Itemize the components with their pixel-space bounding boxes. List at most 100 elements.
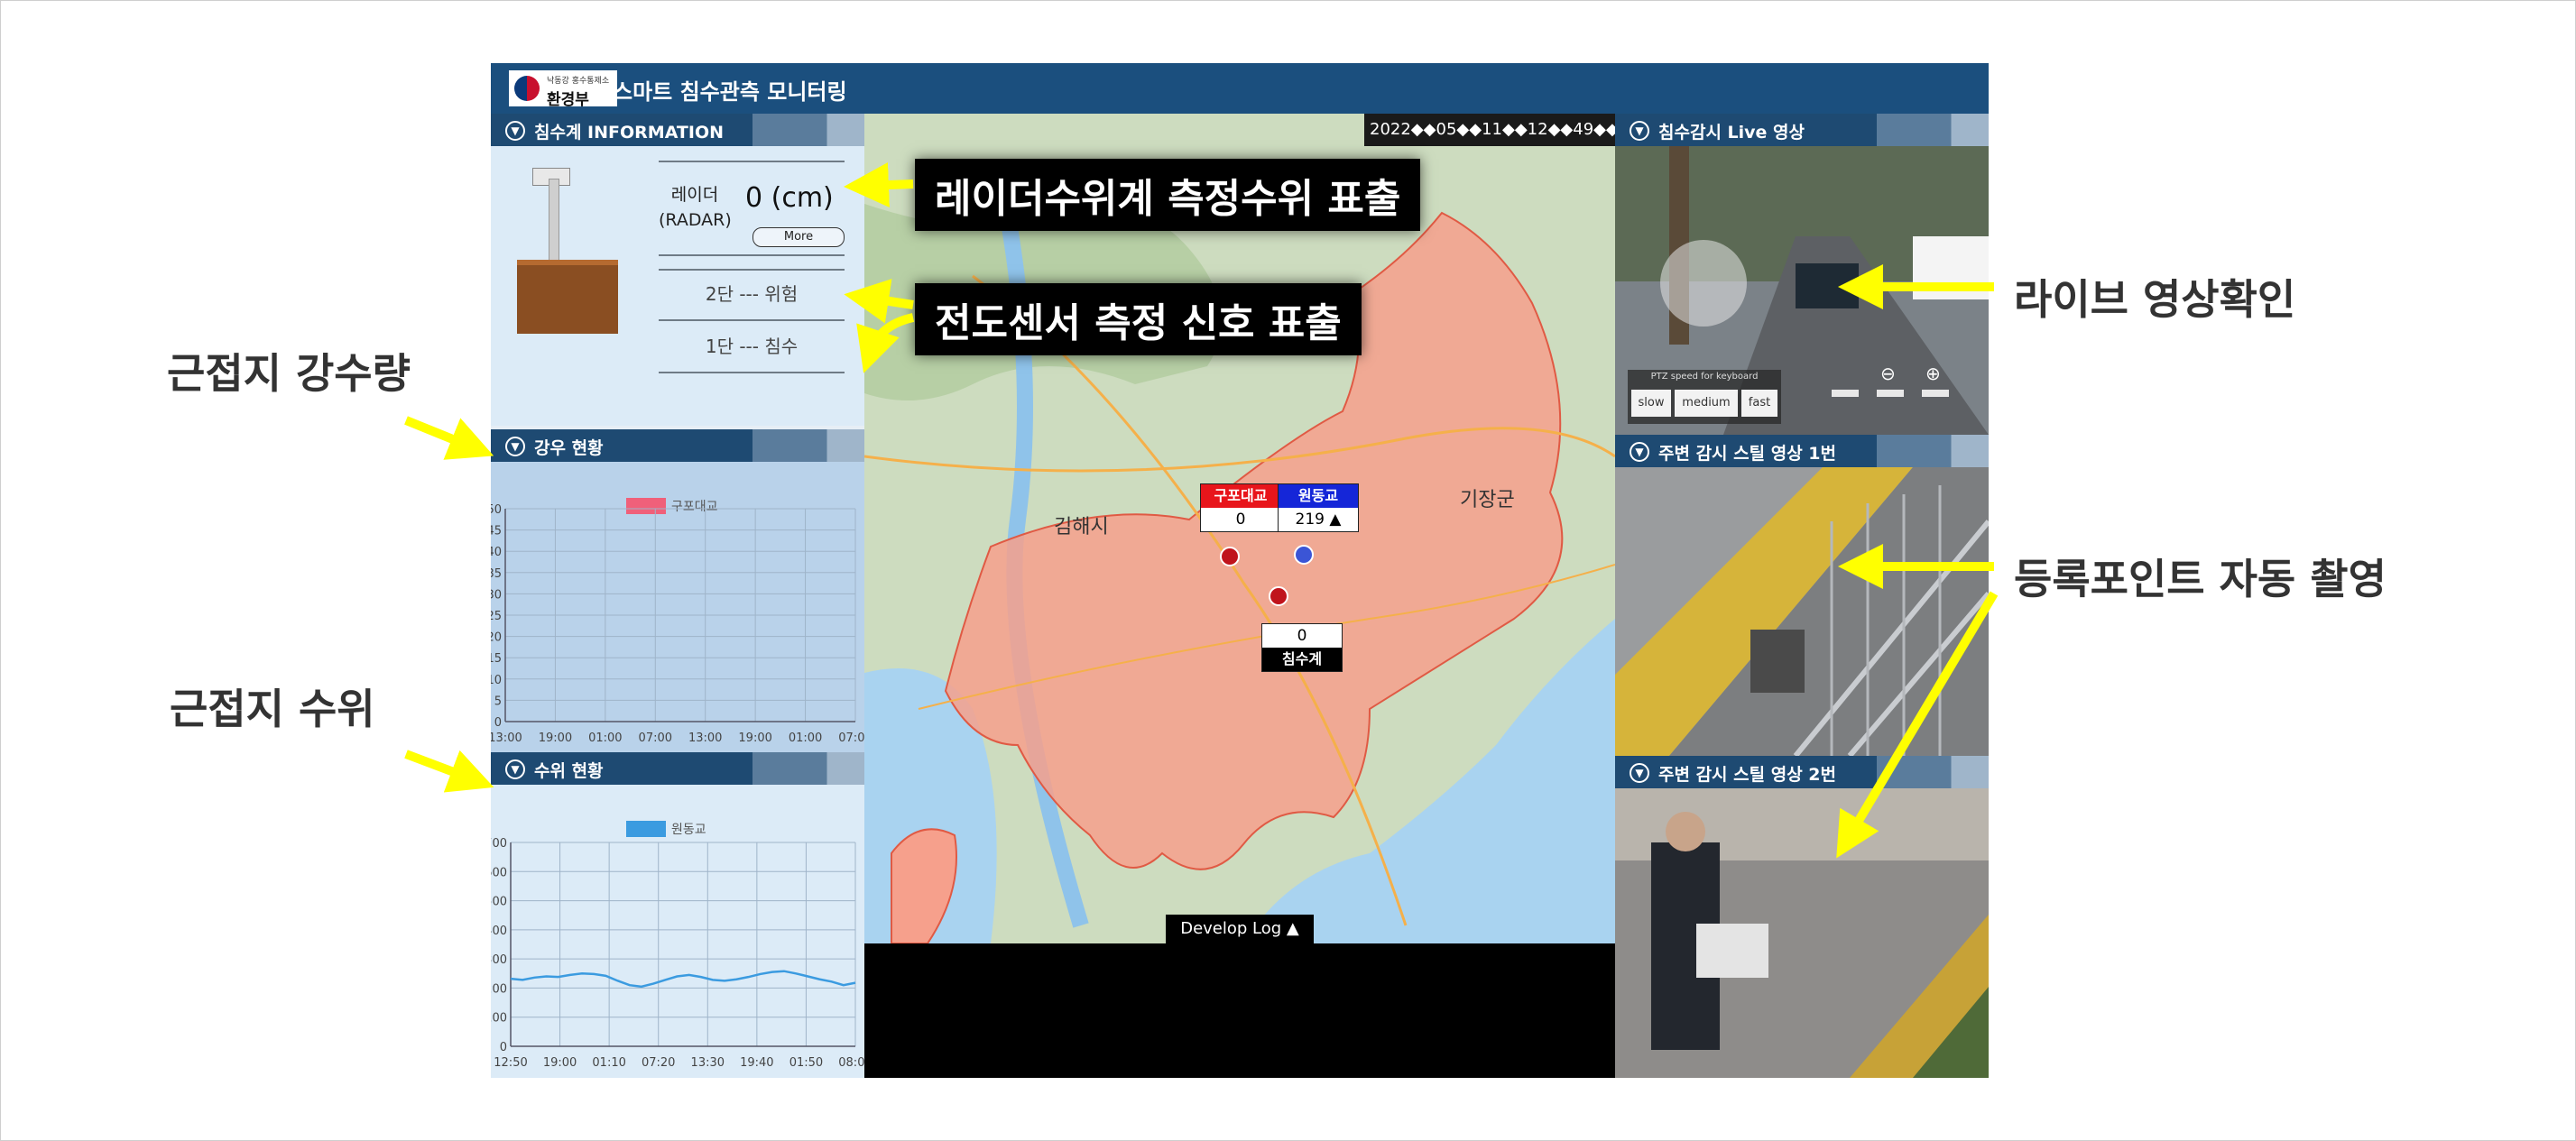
x-tick-label: 19:00 xyxy=(738,732,771,745)
callout-rain: 근접지 강수량 xyxy=(167,349,411,398)
rain-panel-header: ▼ 강우 현황 xyxy=(491,429,864,462)
ptz-speed-control: PTZ speed for keyboard slow medium fast xyxy=(1628,370,1781,424)
sensor-level-2: 2단 --- 위험 xyxy=(705,283,799,305)
right-column: ▼ 침수감시 Live 영상 ⊖ ⊕ PTZ speed for keyboar… xyxy=(1615,114,1989,1078)
marker-flood-sensor[interactable]: 0 침수계 xyxy=(1261,623,1343,672)
taegeuk-icon xyxy=(514,76,540,101)
zoom-in-icon[interactable]: ⊕ xyxy=(1925,363,1941,384)
callout-radar: 레이더수위계 측정수위 표출 xyxy=(915,159,1421,231)
still1-panel-header: ▼ 주변 감시 스틸 영상 1번 xyxy=(1615,435,1989,467)
more-button[interactable]: More xyxy=(752,227,845,247)
live-panel-header: ▼ 침수감시 Live 영상 xyxy=(1615,114,1989,146)
y-tick-label: 50 xyxy=(491,503,502,517)
y-tick-label: 10 xyxy=(491,674,502,687)
pin-icon[interactable] xyxy=(1220,547,1240,566)
chevron-down-icon[interactable]: ▼ xyxy=(505,121,525,141)
chevron-down-icon[interactable]: ▼ xyxy=(505,437,525,456)
still-image-1[interactable] xyxy=(1615,467,1989,756)
city-map[interactable]: 김해시 기장군 2022◆◆05◆◆11◆◆12◆◆49◆◆16 구포대교 0 … xyxy=(864,114,1615,943)
callout-live: 라이브 영상확인 xyxy=(2014,275,2296,324)
x-tick-label: 01:00 xyxy=(789,732,822,745)
ptz-slow-button[interactable]: slow xyxy=(1631,390,1671,417)
ministry-logo[interactable]: 낙동강 홍수통제소 환경부 xyxy=(509,70,617,109)
rain-chart: 구포대교 0 5 10 15 20 25 30 35 40 45 50 13:00 19:00 01:00 0… xyxy=(491,498,873,745)
marker-gupo-bridge[interactable]: 구포대교 0 xyxy=(1200,483,1281,532)
legend-swatch xyxy=(626,498,666,514)
datetime-display: 2022◆◆05◆◆11◆◆12◆◆49◆◆16 xyxy=(1364,114,1615,146)
sensor-level-1: 1단 --- 침수 xyxy=(705,336,799,357)
y-tick-label: 30 xyxy=(491,588,502,602)
x-tick-label: 07:00 xyxy=(639,732,672,745)
radar-label: 레이더 (RADAR) xyxy=(659,185,732,230)
still2-panel-title: 주변 감시 스틸 영상 2번 xyxy=(1658,765,1836,785)
y-tick-label: 100 xyxy=(491,1012,507,1026)
still-image-2[interactable] xyxy=(1615,788,1989,1078)
place-label-gijang: 기장군 xyxy=(1460,489,1515,511)
radar-value: 0 (cm) xyxy=(745,182,834,214)
y-tick-label: 600 xyxy=(491,866,507,879)
chevron-down-icon[interactable]: ▼ xyxy=(1630,121,1649,141)
marker-wondong-bridge[interactable]: 원동교 219 ▲ xyxy=(1278,483,1359,532)
callout-sensor: 전도센서 측정 신호 표출 xyxy=(915,283,1362,355)
app-header: 낙동강 홍수통제소 환경부 스마트 침수관측 모니터링 xyxy=(491,63,1989,114)
x-tick-label: 13:30 xyxy=(691,1056,725,1070)
x-tick-label: 01:50 xyxy=(789,1056,823,1070)
still-image-1-frame xyxy=(1615,467,1989,756)
ptz-control-joystick[interactable] xyxy=(1660,240,1747,327)
y-tick-label: 500 xyxy=(491,896,507,909)
y-tick-label: 300 xyxy=(491,953,507,967)
logo-subtitle: 낙동강 홍수통제소 xyxy=(547,77,610,86)
still-image-2-frame xyxy=(1615,788,1989,1078)
y-tick-label: 400 xyxy=(491,925,507,938)
ptz-fast-button[interactable]: fast xyxy=(1741,390,1777,417)
y-tick-label: 20 xyxy=(491,631,502,645)
level-panel-header: ▼ 수위 현황 xyxy=(491,752,864,785)
x-tick-label: 19:00 xyxy=(543,1056,577,1070)
pin-icon[interactable] xyxy=(1269,586,1288,606)
callout-auto: 등록포인트 자동 촬영 xyxy=(2014,555,2387,603)
y-tick-label: 200 xyxy=(491,982,507,996)
y-tick-label: 35 xyxy=(491,567,502,581)
info-panel-title: 침수계 INFORMATION xyxy=(534,123,725,143)
info-panel-header: ▼ 침수계 INFORMATION xyxy=(491,114,864,146)
pin-icon[interactable] xyxy=(1294,545,1314,565)
level-chart: 원동교 0 100 200 300 400 500 600 700 12:50 19:00 01:10… xyxy=(491,821,873,1070)
y-tick-label: 0 xyxy=(500,1041,507,1054)
chevron-down-icon[interactable]: ▼ xyxy=(1630,442,1649,462)
logo-title: 환경부 xyxy=(547,91,589,109)
left-column: ▼ 침수계 INFORMATION 레이더 (RADAR) 0 (cm) More… xyxy=(491,114,873,1078)
live-panel-title: 침수감시 Live 영상 xyxy=(1658,123,1805,143)
level-panel-title: 수위 현황 xyxy=(534,761,604,781)
x-tick-label: 13:00 xyxy=(491,732,522,745)
map-area: 김해시 기장군 2022◆◆05◆◆11◆◆12◆◆49◆◆16 구포대교 0 … xyxy=(864,114,1615,1078)
y-tick-label: 0 xyxy=(494,716,502,730)
x-tick-label: 13:00 xyxy=(688,732,722,745)
x-tick-label: 07:20 xyxy=(642,1056,675,1070)
live-video[interactable]: ⊖ ⊕ PTZ speed for keyboard slow medium f… xyxy=(1615,146,1989,435)
app-title: 스마트 침수관측 모니터링 xyxy=(613,79,847,105)
legend-swatch xyxy=(626,821,666,837)
x-tick-label: 07:00 xyxy=(838,732,864,745)
chevron-down-icon[interactable]: ▼ xyxy=(505,759,525,779)
zoom-out-icon[interactable]: ⊖ xyxy=(1880,363,1896,384)
x-tick-label: 01:10 xyxy=(592,1056,625,1070)
series-line xyxy=(510,970,856,989)
x-tick-label: 08:00 xyxy=(838,1056,864,1070)
ptz-title: PTZ speed for keyboard xyxy=(1650,372,1759,382)
chevron-down-icon[interactable]: ▼ xyxy=(1630,763,1649,783)
develop-log-button[interactable]: Develop Log ▲ xyxy=(1166,915,1314,943)
legend-label: 원동교 xyxy=(671,823,706,837)
still2-panel-header: ▼ 주변 감시 스틸 영상 2번 xyxy=(1615,756,1989,788)
y-tick-label: 40 xyxy=(491,546,502,559)
x-tick-label: 19:40 xyxy=(740,1056,773,1070)
x-tick-label: 12:50 xyxy=(494,1056,527,1070)
x-tick-label: 01:00 xyxy=(588,732,622,745)
ptz-medium-button[interactable]: medium xyxy=(1675,390,1738,417)
x-tick-label: 19:00 xyxy=(539,732,572,745)
info-panel: 레이더 (RADAR) 0 (cm) More 2단 --- 위험 1단 --- … xyxy=(491,146,864,426)
level-chart-panel: 원동교 0 100 200 300 400 500 600 700 12:50 19:00 01:10… xyxy=(491,785,873,1078)
y-tick-label: 15 xyxy=(491,652,502,666)
place-label-gimhae: 김해시 xyxy=(1054,516,1109,538)
y-tick-label: 5 xyxy=(494,695,502,708)
rain-panel-title: 강우 현황 xyxy=(534,438,604,458)
